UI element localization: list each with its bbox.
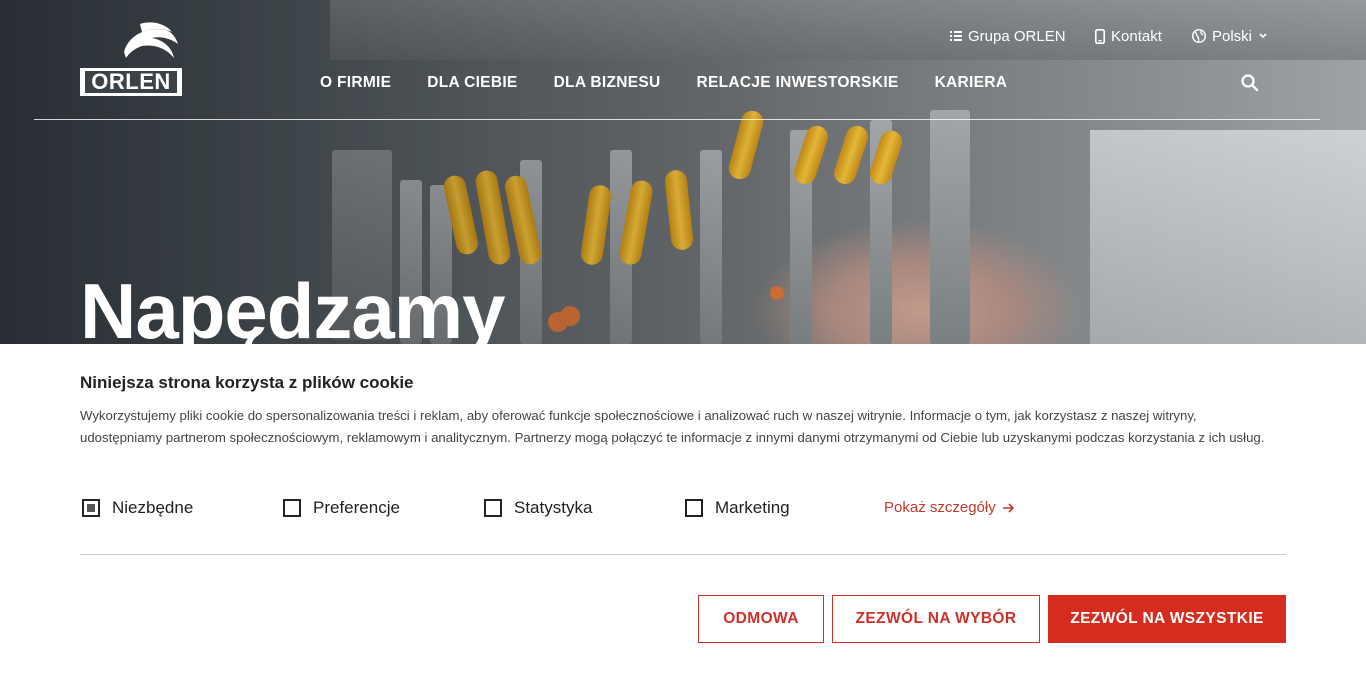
globe-icon [1192, 29, 1206, 43]
cookie-option-necessary[interactable]: Niezbędne [82, 498, 193, 518]
language-label: Polski [1212, 27, 1253, 45]
hero-banner: ORLEN Grupa ORLEN Kontakt Polski O FIRMI… [0, 0, 1366, 344]
chevron-down-icon [1259, 33, 1267, 39]
cookie-option-label: Statystyka [514, 498, 593, 517]
nav-item-for-business[interactable]: DLA BIZNESU [554, 74, 661, 92]
deny-button[interactable]: ODMOWA [698, 595, 824, 643]
cookie-divider [80, 554, 1286, 555]
hero-headline: Napędzamy [80, 267, 505, 344]
topnav-contact-link[interactable]: Kontakt [1095, 26, 1162, 46]
logo-wordmark: ORLEN [82, 68, 180, 96]
checkbox-checked[interactable] [82, 499, 100, 517]
cookie-option-label: Marketing [715, 498, 790, 517]
cookie-title: Niniejsza strona korzysta z plików cooki… [80, 373, 414, 392]
cookie-option-label: Preferencje [313, 498, 400, 517]
search-icon[interactable] [1240, 73, 1260, 93]
show-details-label: Pokaż szczegóły [884, 499, 996, 516]
nav-item-careers[interactable]: KARIERA [935, 74, 1008, 92]
allow-all-button[interactable]: ZEZWÓL NA WSZYSTKIE [1048, 595, 1286, 643]
eagle-logo-icon [124, 22, 178, 58]
list-icon [950, 31, 962, 41]
topnav-group-link[interactable]: Grupa ORLEN [950, 26, 1066, 46]
checkbox-unchecked[interactable] [685, 499, 703, 517]
orlen-logo[interactable]: ORLEN [80, 22, 184, 98]
nav-item-for-you[interactable]: DLA CIEBIE [427, 74, 517, 92]
cookie-consent-panel: Niniejsza strona korzysta z plików cooki… [0, 344, 1366, 683]
topnav-group-label: Grupa ORLEN [968, 27, 1066, 45]
cookie-option-marketing[interactable]: Marketing [685, 498, 790, 518]
phone-icon [1095, 28, 1105, 44]
header-divider [34, 119, 1320, 120]
checkbox-unchecked[interactable] [283, 499, 301, 517]
arrow-right-icon [1002, 502, 1014, 513]
checkbox-unchecked[interactable] [484, 499, 502, 517]
show-details-link[interactable]: Pokaż szczegóły [884, 499, 1016, 516]
cookie-option-preferences[interactable]: Preferencje [283, 498, 400, 518]
cookie-description: Wykorzystujemy pliki cookie do spersonal… [80, 408, 1265, 445]
nav-item-about[interactable]: O FIRMIE [320, 74, 391, 92]
topnav-contact-label: Kontakt [1111, 27, 1162, 45]
allow-selection-button[interactable]: ZEZWÓL NA WYBÓR [832, 595, 1040, 643]
nav-item-investor-relations[interactable]: RELACJE INWESTORSKIE [696, 74, 898, 92]
cookie-option-statistics[interactable]: Statystyka [484, 498, 592, 518]
language-selector[interactable]: Polski [1192, 26, 1268, 46]
main-navigation: O FIRMIE DLA CIEBIE DLA BIZNESU RELACJE … [320, 74, 1043, 92]
cookie-option-label: Niezbędne [112, 498, 194, 517]
